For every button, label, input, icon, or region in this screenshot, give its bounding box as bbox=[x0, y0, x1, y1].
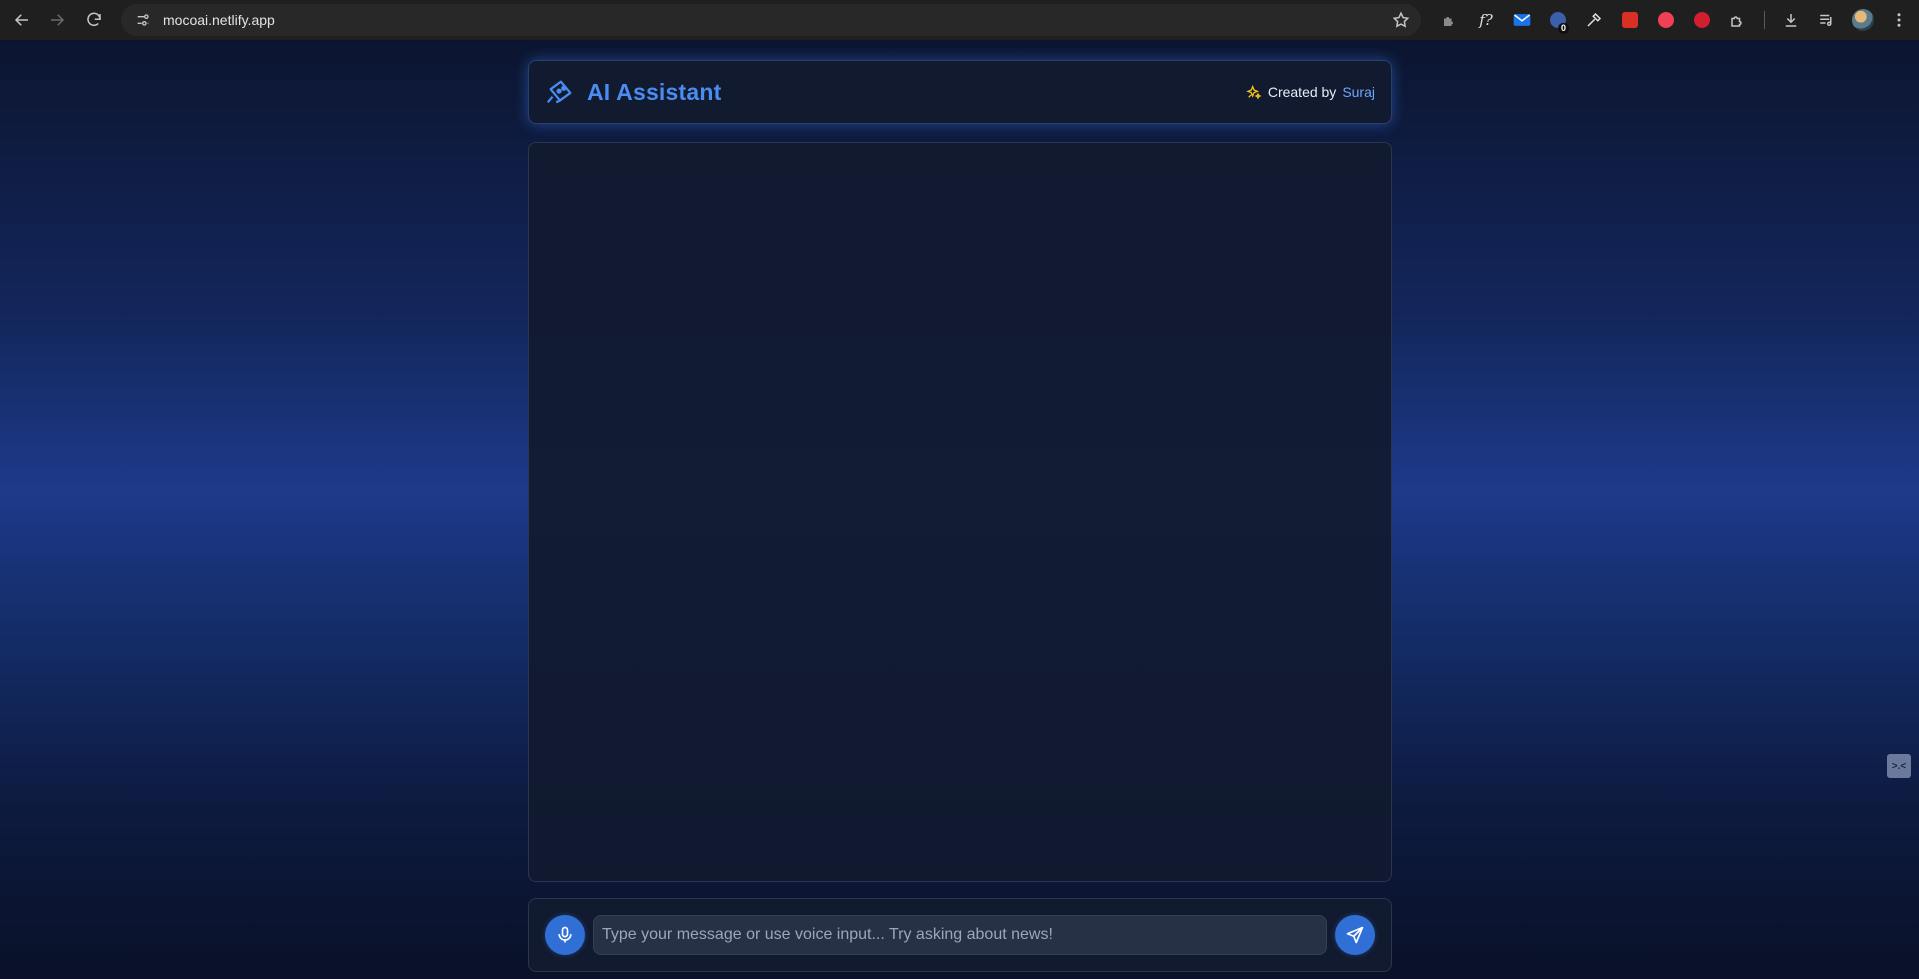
reload-button[interactable] bbox=[76, 2, 112, 38]
chat-messages-panel[interactable] bbox=[528, 142, 1392, 882]
sparkles-icon bbox=[1246, 84, 1262, 100]
back-button[interactable] bbox=[4, 2, 40, 38]
floating-widget-button[interactable]: >.< bbox=[1887, 754, 1911, 778]
address-bar[interactable]: mocoai.netlify.app bbox=[121, 4, 1421, 36]
browser-menu-icon[interactable] bbox=[1881, 4, 1917, 36]
extensions-menu-icon[interactable] bbox=[1720, 4, 1756, 36]
app-title: AI Assistant bbox=[587, 78, 722, 105]
brand: AI Assistant bbox=[545, 77, 721, 107]
arrow-left-icon bbox=[14, 14, 28, 26]
forward-button[interactable] bbox=[39, 2, 75, 38]
extensions-area: f? 0 bbox=[1432, 4, 1917, 36]
browser-toolbar: mocoai.netlify.app f? 0 bbox=[0, 0, 1919, 40]
credit-label: Created by bbox=[1267, 84, 1337, 100]
arrow-right-icon bbox=[51, 14, 65, 26]
microphone-icon bbox=[558, 926, 572, 943]
extension-puzzle-dark-icon[interactable] bbox=[1432, 4, 1468, 36]
robot-icon bbox=[546, 80, 572, 104]
page-background: AI Assistant Created by Suraj >.< bbox=[0, 40, 1919, 979]
app-header: AI Assistant Created by Suraj bbox=[528, 60, 1392, 124]
hand-extension-icon[interactable] bbox=[1684, 4, 1720, 36]
profile-avatar[interactable] bbox=[1845, 4, 1881, 36]
voice-input-button[interactable] bbox=[545, 915, 585, 955]
media-controls-icon[interactable] bbox=[1809, 4, 1845, 36]
toolbar-divider bbox=[1764, 11, 1765, 29]
pocket-extension-icon[interactable] bbox=[1648, 4, 1684, 36]
send-icon bbox=[1346, 926, 1364, 944]
reload-icon bbox=[87, 12, 101, 27]
font-extension-icon[interactable]: f? bbox=[1468, 4, 1504, 36]
author-name: Suraj bbox=[1342, 84, 1375, 100]
url-text: mocoai.netlify.app bbox=[163, 12, 275, 28]
mail-extension-icon[interactable] bbox=[1504, 4, 1540, 36]
composer-bar bbox=[528, 898, 1392, 972]
eyedropper-extension-icon[interactable] bbox=[1576, 4, 1612, 36]
bookmark-star-icon[interactable] bbox=[1391, 10, 1411, 30]
counter-extension-icon[interactable]: 0 bbox=[1540, 4, 1576, 36]
video-extension-icon[interactable] bbox=[1612, 4, 1648, 36]
creator-credit: Created by Suraj bbox=[1246, 84, 1375, 100]
send-button[interactable] bbox=[1335, 915, 1375, 955]
downloads-icon[interactable] bbox=[1773, 4, 1809, 36]
message-input[interactable] bbox=[593, 915, 1327, 955]
site-info-icon[interactable] bbox=[131, 8, 155, 32]
extension-badge: 0 bbox=[1557, 23, 1569, 34]
